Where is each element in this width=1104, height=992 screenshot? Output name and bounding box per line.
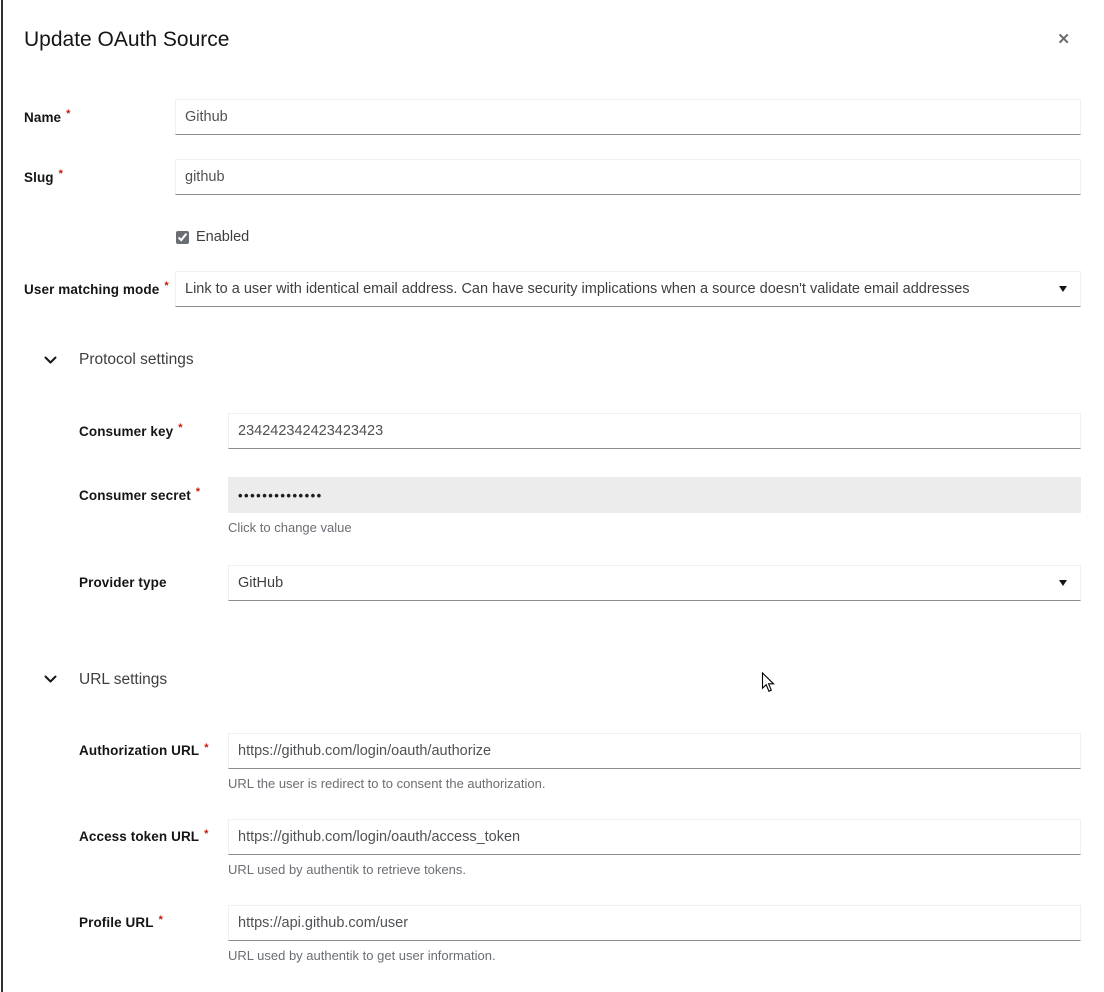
consumer-secret-input[interactable] [228,477,1081,513]
user-matching-mode-row: User matching mode * Link to a user with… [24,271,1081,307]
name-label-text: Name [24,110,61,125]
name-field-row: Name * [24,99,1081,135]
close-icon[interactable]: ✕ [1053,30,1074,49]
consumer-key-control [228,413,1081,449]
required-asterisk: * [196,486,200,498]
provider-type-select[interactable]: GitHub [228,565,1081,601]
access-token-url-input[interactable] [228,819,1081,855]
enabled-checkbox-wrap: Enabled [175,227,1081,247]
required-asterisk: * [159,914,163,926]
authorization-url-row: Authorization URL * URL the user is redi… [79,733,1081,792]
profile-url-input[interactable] [228,905,1081,941]
profile-url-label: Profile URL * [79,905,228,941]
consumer-secret-label-text: Consumer secret [79,488,191,503]
access-token-url-row: Access token URL * URL used by authentik… [79,819,1081,878]
dropdown-caret-icon [1059,580,1067,586]
user-matching-mode-label: User matching mode * [24,271,175,307]
required-asterisk: * [59,168,63,180]
name-label: Name * [24,99,175,135]
url-settings-header[interactable]: URL settings [44,671,1081,689]
slug-input[interactable] [175,159,1081,195]
chevron-down-icon [44,675,57,684]
name-input[interactable] [175,99,1081,135]
user-matching-mode-select[interactable]: Link to a user with identical email addr… [175,271,1081,307]
enabled-field-row: Enabled [24,223,1081,247]
consumer-key-row: Consumer key * [79,413,1081,449]
oauth-source-form: Name * Slug * Enabled U [24,99,1081,964]
protocol-settings-title: Protocol settings [79,351,194,369]
authorization-url-label: Authorization URL * [79,733,228,769]
enabled-checkbox[interactable] [176,231,189,244]
access-token-url-label: Access token URL * [79,819,228,855]
consumer-key-label-text: Consumer key [79,424,173,439]
consumer-secret-label: Consumer secret * [79,477,228,513]
authorization-url-input[interactable] [228,733,1081,769]
consumer-secret-row: Consumer secret * Click to change value [79,477,1081,536]
consumer-key-input[interactable] [228,413,1081,449]
required-asterisk: * [164,280,168,292]
slug-label-text: Slug [24,170,54,185]
slug-label: Slug * [24,159,175,195]
url-settings-title: URL settings [79,671,167,689]
access-token-url-label-text: Access token URL [79,829,199,844]
name-field-control [175,99,1081,135]
slug-field-control [175,159,1081,195]
protocol-settings-header[interactable]: Protocol settings [44,351,1081,369]
user-matching-mode-label-text: User matching mode [24,282,159,297]
url-settings-body: Authorization URL * URL the user is redi… [24,733,1081,964]
provider-type-selected-option: GitHub [238,575,283,591]
provider-type-control: GitHub [228,565,1081,601]
required-asterisk: * [66,108,70,120]
section-url-settings: URL settings Authorization URL * URL the… [24,671,1081,964]
protocol-settings-body: Consumer key * Consumer secret * Click t… [24,413,1081,601]
provider-type-row: Provider type GitHub [79,565,1081,601]
consumer-secret-control: Click to change value [228,477,1081,536]
consumer-secret-help: Click to change value [228,521,1081,536]
authorization-url-label-text: Authorization URL [79,743,199,758]
enabled-checkbox-label: Enabled [196,229,249,245]
required-asterisk: * [204,828,208,840]
consumer-key-label: Consumer key * [79,413,228,449]
access-token-url-help: URL used by authentik to retrieve tokens… [228,863,1081,878]
user-matching-mode-control: Link to a user with identical email addr… [175,271,1081,307]
required-asterisk: * [204,742,208,754]
required-asterisk: * [178,422,182,434]
provider-type-label-text: Provider type [79,575,167,590]
dropdown-caret-icon [1059,286,1067,292]
chevron-down-icon [44,356,57,365]
section-protocol-settings: Protocol settings Consumer key * Consume… [24,351,1081,601]
profile-url-control: URL used by authentik to get user inform… [228,905,1081,964]
slug-field-row: Slug * [24,159,1081,195]
provider-type-label: Provider type [79,565,228,601]
update-oauth-source-modal: Update OAuth Source ✕ Name * Slug * [0,0,1104,964]
access-token-url-control: URL used by authentik to retrieve tokens… [228,819,1081,878]
authorization-url-help: URL the user is redirect to to consent t… [228,777,1081,792]
profile-url-row: Profile URL * URL used by authentik to g… [79,905,1081,964]
user-matching-mode-selected-option: Link to a user with identical email addr… [185,281,970,297]
profile-url-help: URL used by authentik to get user inform… [228,949,1081,964]
page-title: Update OAuth Source [24,28,1081,52]
authorization-url-control: URL the user is redirect to to consent t… [228,733,1081,792]
profile-url-label-text: Profile URL [79,915,154,930]
